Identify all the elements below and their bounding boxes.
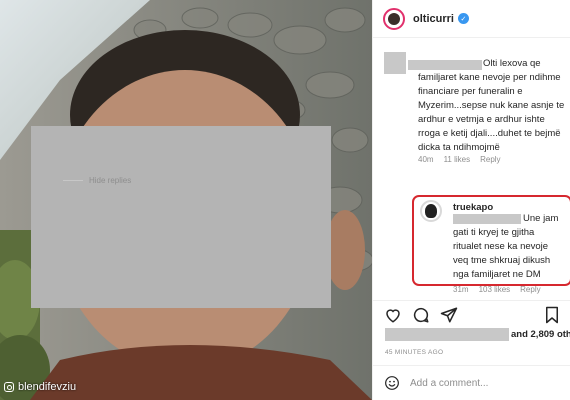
reply-line: ritualet nese ka nevoje [453, 241, 549, 252]
redacted-mention [453, 214, 521, 224]
comment-line: familjaret kane nevoje per ndihme [418, 72, 561, 83]
comment-line: ardhur e vetmja e ardhur ishte [418, 114, 545, 125]
reply-line: gati ti kryej te gjitha [453, 227, 535, 238]
comment-text: Olti lexova qe [483, 57, 541, 71]
likes-row: and 2,809 othe [385, 328, 570, 341]
comment-meta: 40m 11 likes Reply [418, 155, 501, 164]
post-photo: blendifevziu [0, 0, 372, 400]
reply-line: veq tme shkruaj dikush [453, 255, 551, 266]
redacted-comment-username [408, 60, 482, 70]
add-comment-bar [372, 365, 570, 400]
likes-count[interactable]: and 2,809 othe [511, 329, 570, 340]
verified-icon: ✓ [457, 13, 469, 24]
divider [63, 180, 83, 181]
reply-username[interactable]: truekapo [453, 202, 493, 213]
reply-meta: 31m 103 likes Reply [453, 285, 541, 294]
comment-line: financiare per funeralin e [418, 86, 523, 97]
post-timestamp: 45 MINUTES AGO [385, 349, 444, 356]
instagram-logo-icon [4, 382, 14, 392]
comment-time: 40m [418, 155, 434, 164]
comment-line: Myzerim...sepse nuk kane asnje te [418, 100, 565, 111]
post-actions [372, 300, 570, 326]
hide-replies-label: Hide replies [89, 176, 132, 185]
heart-icon[interactable] [384, 306, 402, 324]
share-icon[interactable] [440, 306, 458, 324]
reply-line: nga familjaret ne DM [453, 269, 541, 280]
reply-likes[interactable]: 103 likes [479, 285, 511, 294]
watermark-username: blendifevziu [18, 381, 77, 393]
photo-watermark: blendifevziu [4, 381, 76, 393]
redacted-face [31, 126, 331, 308]
comment-line: Olti lexova qe [483, 58, 541, 69]
emoji-icon[interactable] [384, 375, 400, 391]
reply-time: 31m [453, 285, 469, 294]
comment-reply-button[interactable]: Reply [480, 155, 500, 164]
comment-likes[interactable]: 11 likes [444, 155, 471, 164]
comment-line: rroga e ketij djali....duhet te bejmë [418, 128, 561, 139]
comment-icon[interactable] [412, 306, 430, 324]
hide-replies-button[interactable]: Hide replies [63, 176, 131, 185]
bookmark-icon[interactable] [544, 306, 560, 324]
post-header: olticurri ✓ [373, 0, 570, 38]
reply-text-body: gati ti kryej te gjitha ritualet nese ka… [453, 226, 570, 282]
avatar[interactable] [383, 7, 405, 30]
reply-line: Une jam [523, 213, 559, 224]
post-username[interactable]: olticurri [413, 13, 454, 25]
reply-text: Une jam [523, 212, 558, 226]
comment-text-body: familjaret kane nevoje per ndihme financ… [418, 71, 570, 155]
redacted-comment-avatar [384, 52, 406, 74]
add-comment-input[interactable] [410, 377, 560, 389]
reply-reply-button[interactable]: Reply [520, 285, 540, 294]
comment-line: dicka ta ndihmojmë [418, 142, 500, 153]
reply-avatar[interactable] [420, 200, 442, 222]
redacted-liker [385, 328, 509, 341]
